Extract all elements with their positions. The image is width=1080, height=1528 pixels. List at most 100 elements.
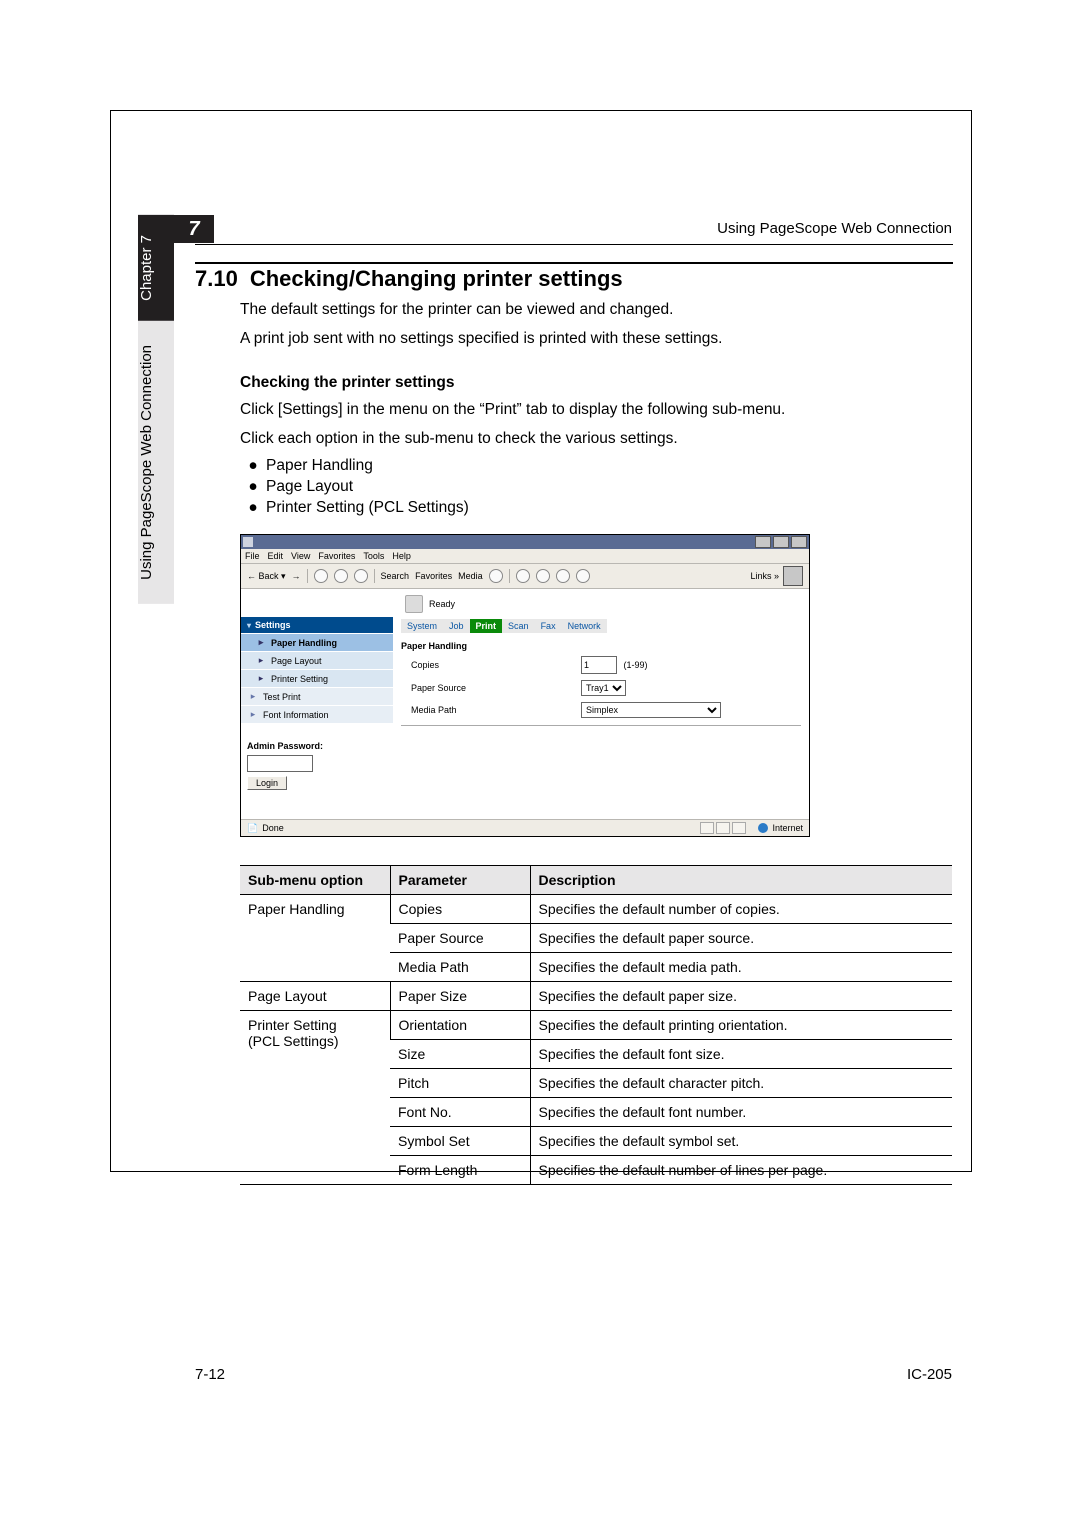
tabstrip: System Job Print Scan Fax Network <box>401 619 607 633</box>
paragraph: Click [Settings] in the menu on the “Pri… <box>195 400 953 421</box>
cell-submenu: Page Layout <box>240 982 390 1011</box>
table-header-row: Sub-menu option Parameter Description <box>240 866 952 895</box>
bullet-text: Page Layout <box>266 477 353 498</box>
bullet-list: ● Paper Handling ● Page Layout ● Printer… <box>195 456 953 519</box>
nav-item-label: Test Print <box>263 692 301 702</box>
admin-password-label: Admin Password: <box>247 741 387 751</box>
minimize-button[interactable] <box>755 536 771 548</box>
nav-item-label: Page Layout <box>271 656 322 666</box>
cell-param: Media Path <box>390 953 530 982</box>
mail-button[interactable] <box>516 569 530 583</box>
bullet-text: Printer Setting (PCL Settings) <box>266 498 469 519</box>
tab-print[interactable]: Print <box>470 619 503 633</box>
done-icon: 📄 <box>247 823 258 834</box>
nav-font-information[interactable]: ▸ Font Information <box>241 705 393 723</box>
stop-button[interactable] <box>314 569 328 583</box>
menu-help[interactable]: Help <box>392 551 411 561</box>
app-icon <box>243 537 253 547</box>
discuss-button[interactable] <box>576 569 590 583</box>
cell-submenu: Printer Setting (PCL Settings) <box>240 1011 390 1185</box>
go-button[interactable] <box>783 566 803 586</box>
cell-desc: Specifies the default paper source. <box>530 924 952 953</box>
copies-input[interactable] <box>581 656 617 674</box>
menu-edit[interactable]: Edit <box>268 551 284 561</box>
favorites-button[interactable]: Favorites <box>415 571 452 581</box>
login-button[interactable]: Login <box>247 776 287 790</box>
paragraph: The default settings for the printer can… <box>195 300 953 321</box>
chevron-right-icon: ▸ <box>257 637 265 648</box>
printer-status: Ready <box>401 589 801 619</box>
admin-login: Admin Password: Login <box>241 723 393 798</box>
tab-network[interactable]: Network <box>562 619 607 633</box>
cell-param: Font No. <box>390 1098 530 1127</box>
back-button[interactable]: ← Back ▾ <box>247 571 286 582</box>
globe-icon <box>758 823 768 833</box>
edit-button[interactable] <box>556 569 570 583</box>
tab-scan[interactable]: Scan <box>502 619 535 633</box>
chevron-right-icon: ▸ <box>257 655 265 666</box>
cell-param: Copies <box>390 895 530 924</box>
home-button[interactable] <box>354 569 368 583</box>
links-label[interactable]: Links » <box>750 571 779 581</box>
nav-printer-setting[interactable]: ▸ Printer Setting <box>241 669 393 687</box>
tab-fax[interactable]: Fax <box>535 619 562 633</box>
cell-desc: Specifies the default printing orientati… <box>530 1011 952 1040</box>
status-panes <box>700 822 746 834</box>
col-description: Description <box>530 866 952 895</box>
nav-page-layout[interactable]: ▸ Page Layout <box>241 651 393 669</box>
tab-job[interactable]: Job <box>443 619 470 633</box>
media-button[interactable]: Media <box>458 571 483 581</box>
history-button[interactable] <box>489 569 503 583</box>
bullet-item: ● Printer Setting (PCL Settings) <box>240 498 953 519</box>
nav-header-settings[interactable]: ▾ Settings <box>241 617 393 633</box>
chevron-right-icon: ▸ <box>257 673 265 684</box>
refresh-button[interactable] <box>334 569 348 583</box>
menu-view[interactable]: View <box>291 551 310 561</box>
search-button[interactable]: Search <box>381 571 410 581</box>
cell-desc: Specifies the default font number. <box>530 1098 952 1127</box>
param-label: Paper Source <box>401 683 581 693</box>
chevron-right-icon: ▸ <box>249 691 257 702</box>
admin-password-input[interactable] <box>247 755 313 772</box>
toolbar-divider <box>307 569 308 583</box>
tab-system[interactable]: System <box>401 619 443 633</box>
header-rule <box>195 244 953 245</box>
menubar: File Edit View Favorites Tools Help <box>241 549 809 564</box>
paper-source-select[interactable]: Tray1 <box>581 680 626 696</box>
cell-desc: Specifies the default character pitch. <box>530 1069 952 1098</box>
print-button[interactable] <box>536 569 550 583</box>
browser-statusbar: 📄 Done Internet <box>241 819 809 836</box>
left-nav: ▾ Settings ▸ Paper Handling ▸ Page Layou… <box>241 589 393 819</box>
content-area: 7.10 Checking/Changing printer settings … <box>195 262 953 1185</box>
close-button[interactable] <box>791 536 807 548</box>
toolbar: ← Back ▾ → Search Favorites Media <box>241 564 809 589</box>
section-title: Checking/Changing printer settings <box>250 266 623 292</box>
bullet-dot-icon: ● <box>240 498 266 519</box>
forward-button[interactable]: → <box>292 571 301 581</box>
media-path-select[interactable]: Simplex <box>581 702 721 718</box>
nav-paper-handling[interactable]: ▸ Paper Handling <box>241 633 393 651</box>
menu-favorites[interactable]: Favorites <box>318 551 355 561</box>
paragraph: A print job sent with no settings specif… <box>195 329 953 350</box>
table-row: Paper Handling Copies Specifies the defa… <box>240 895 952 924</box>
nav-test-print[interactable]: ▸ Test Print <box>241 687 393 705</box>
nav-item-label: Printer Setting <box>271 674 328 684</box>
chevron-down-icon: ▾ <box>247 621 251 630</box>
table-row: Printer Setting (PCL Settings) Orientati… <box>240 1011 952 1040</box>
table-row: Page Layout Paper Size Specifies the def… <box>240 982 952 1011</box>
bullet-dot-icon: ● <box>240 477 266 498</box>
menu-file[interactable]: File <box>245 551 260 561</box>
right-panel: Ready System Job Print Scan Fax Network … <box>393 589 809 819</box>
maximize-button[interactable] <box>773 536 789 548</box>
parameter-table: Sub-menu option Parameter Description Pa… <box>240 865 952 1185</box>
row-copies: Copies (1-99) <box>401 653 801 677</box>
menu-tools[interactable]: Tools <box>363 551 384 561</box>
model-number: IC-205 <box>907 1366 952 1383</box>
cell-param: Size <box>390 1040 530 1069</box>
cell-param: Symbol Set <box>390 1127 530 1156</box>
cell-desc: Specifies the default media path. <box>530 953 952 982</box>
document-page: Chapter 7 Using PageScope Web Connection… <box>0 0 1080 1528</box>
cell-desc: Specifies the default number of lines pe… <box>530 1156 952 1185</box>
status-zone: Internet <box>700 822 803 834</box>
zone-text: Internet <box>772 823 803 833</box>
